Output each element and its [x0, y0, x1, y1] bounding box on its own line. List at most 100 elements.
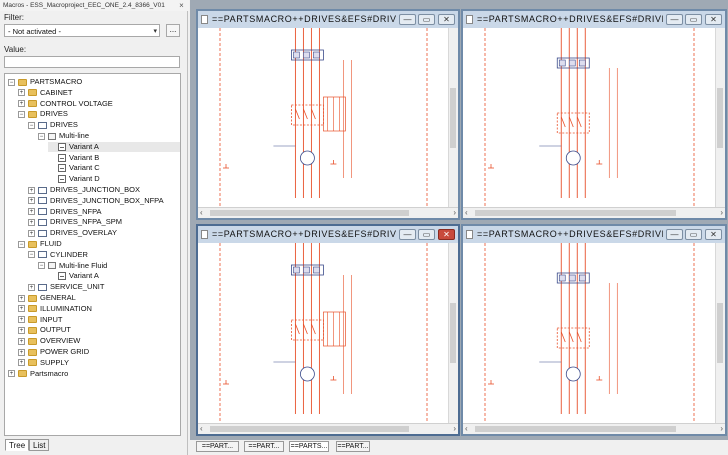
scroll-thumb[interactable]: [210, 426, 409, 432]
doc-tab-4[interactable]: ==PART...: [336, 441, 370, 452]
tree-item[interactable]: + CABINET: [18, 88, 180, 98]
collapse-icon[interactable]: −: [28, 251, 35, 259]
restore-button[interactable]: ▭: [685, 14, 702, 25]
schematic-window-2[interactable]: ==PARTSMACRO++DRIVES&EFS#DRIVES — ▭ ✕ ‹ ›: [461, 9, 727, 220]
expand-icon[interactable]: +: [18, 348, 25, 356]
schematic-window-1[interactable]: ==PARTSMACRO++DRIVES&EFS#DRIVES — ▭ ✕ ‹ ›: [196, 9, 460, 220]
tree-item[interactable]: − Multi-line: [38, 131, 180, 141]
tree-item[interactable]: − Multi-line Fluid: [38, 261, 180, 271]
scroll-thumb[interactable]: [717, 303, 723, 363]
tree-item[interactable]: Variant A: [48, 271, 180, 281]
tree-item[interactable]: Variant A: [48, 141, 180, 152]
tree-item[interactable]: + ILLUMINATION: [18, 304, 180, 314]
scroll-left-icon[interactable]: ‹: [200, 208, 203, 218]
collapse-icon[interactable]: −: [18, 240, 25, 248]
tree-item[interactable]: − FLUID: [18, 239, 180, 249]
expand-icon[interactable]: +: [18, 305, 25, 313]
schematic-window-4[interactable]: ==PARTSMACRO++DRIVES&EFS#DRIVES — ▭ ✕ ‹ ›: [461, 224, 727, 436]
tree-item[interactable]: + DRIVES_JUNCTION_BOX_NFPA: [28, 196, 180, 206]
expand-icon[interactable]: +: [28, 283, 35, 291]
tree-item[interactable]: + SUPPLY: [18, 358, 180, 368]
collapse-icon[interactable]: −: [8, 78, 15, 86]
schematic-canvas[interactable]: [198, 243, 449, 424]
tree-item[interactable]: − CYLINDER: [28, 250, 180, 260]
schematic-canvas[interactable]: [463, 28, 716, 208]
tree-item[interactable]: Variant D: [48, 174, 180, 184]
doc-tab-3[interactable]: ==PARTS...: [289, 441, 329, 452]
close-button[interactable]: ✕: [438, 229, 455, 240]
tree-item[interactable]: + DRIVES_OVERLAY: [28, 228, 180, 238]
filter-select[interactable]: - Not activated - ▾: [4, 24, 160, 37]
tree-item[interactable]: + GENERAL: [18, 293, 180, 303]
expand-icon[interactable]: +: [28, 197, 35, 205]
scroll-thumb[interactable]: [475, 426, 676, 432]
tree-item[interactable]: + DRIVES_NFPA_SPM: [28, 217, 180, 227]
minimize-button[interactable]: —: [399, 14, 416, 25]
window-title-bar[interactable]: ==PARTSMACRO++DRIVES&EFS#DRIVES — ▭ ✕: [198, 226, 458, 244]
doc-tab-2[interactable]: ==PART...: [244, 441, 284, 452]
tree-item[interactable]: Variant C: [48, 163, 180, 173]
vertical-scrollbar[interactable]: [715, 243, 725, 424]
horizontal-scrollbar[interactable]: ‹ ›: [463, 207, 725, 218]
tree-item[interactable]: + OUTPUT: [18, 325, 180, 335]
collapse-icon[interactable]: −: [18, 110, 25, 118]
tree-item[interactable]: + OVERVIEW: [18, 336, 180, 346]
window-title-bar[interactable]: ==PARTSMACRO++DRIVES&EFS#DRIVES — ▭ ✕: [463, 226, 725, 244]
expand-icon[interactable]: +: [28, 208, 35, 216]
vertical-scrollbar[interactable]: [448, 28, 458, 208]
tree-item[interactable]: + POWER GRID: [18, 347, 180, 357]
filter-browse-button[interactable]: ...: [166, 24, 180, 37]
expand-icon[interactable]: +: [18, 294, 25, 302]
tree-item[interactable]: + CONTROL VOLTAGE: [18, 99, 180, 109]
close-icon[interactable]: ×: [177, 0, 186, 11]
tree-item[interactable]: − DRIVES: [28, 120, 180, 130]
minimize-button[interactable]: —: [666, 229, 683, 240]
minimize-button[interactable]: —: [399, 229, 416, 240]
schematic-window-3[interactable]: ==PARTSMACRO++DRIVES&EFS#DRIVES — ▭ ✕ ‹ ›: [196, 224, 460, 436]
close-button[interactable]: ✕: [705, 14, 722, 25]
expand-icon[interactable]: +: [28, 229, 35, 237]
macro-tree[interactable]: − PARTSMACRO + CABINET + CONTROL VOLTAGE − DRIV…: [4, 73, 181, 436]
expand-icon[interactable]: +: [8, 370, 15, 378]
expand-icon[interactable]: +: [18, 100, 25, 108]
expand-icon[interactable]: +: [18, 337, 25, 345]
tree-item[interactable]: + SERVICE_UNIT: [28, 282, 180, 292]
horizontal-scrollbar[interactable]: ‹ ›: [198, 207, 458, 218]
window-title-bar[interactable]: ==PARTSMACRO++DRIVES&EFS#DRIVES — ▭ ✕: [198, 11, 458, 29]
scroll-left-icon[interactable]: ‹: [465, 424, 468, 434]
tab-tree[interactable]: Tree: [5, 439, 29, 451]
scroll-right-icon[interactable]: ›: [720, 208, 723, 218]
tree-item[interactable]: + DRIVES_JUNCTION_BOX: [28, 185, 180, 195]
scroll-right-icon[interactable]: ›: [720, 424, 723, 434]
horizontal-scrollbar[interactable]: ‹ ›: [463, 423, 725, 434]
close-button[interactable]: ✕: [438, 14, 455, 25]
tree-item[interactable]: Variant B: [48, 153, 180, 163]
window-title-bar[interactable]: ==PARTSMACRO++DRIVES&EFS#DRIVES — ▭ ✕: [463, 11, 725, 29]
scroll-right-icon[interactable]: ›: [453, 424, 456, 434]
scroll-thumb[interactable]: [717, 88, 723, 148]
expand-icon[interactable]: +: [28, 186, 35, 194]
restore-button[interactable]: ▭: [418, 14, 435, 25]
value-input[interactable]: [4, 56, 180, 68]
schematic-canvas[interactable]: [463, 243, 716, 424]
scroll-left-icon[interactable]: ‹: [200, 424, 203, 434]
close-button[interactable]: ✕: [705, 229, 722, 240]
horizontal-scrollbar[interactable]: ‹ ›: [198, 423, 458, 434]
restore-button[interactable]: ▭: [418, 229, 435, 240]
expand-icon[interactable]: +: [18, 326, 25, 334]
expand-icon[interactable]: +: [28, 218, 35, 226]
expand-icon[interactable]: +: [18, 359, 25, 367]
restore-button[interactable]: ▭: [685, 229, 702, 240]
tree-item[interactable]: − PARTSMACRO: [8, 77, 180, 87]
tree-item[interactable]: + DRIVES_NFPA: [28, 207, 180, 217]
vertical-scrollbar[interactable]: [448, 243, 458, 424]
scroll-left-icon[interactable]: ‹: [465, 208, 468, 218]
tree-item[interactable]: − DRIVES: [18, 109, 180, 119]
minimize-button[interactable]: —: [666, 14, 683, 25]
scroll-thumb[interactable]: [210, 210, 409, 216]
tree-item[interactable]: + Partsmacro: [8, 369, 180, 379]
expand-icon[interactable]: +: [18, 316, 25, 324]
schematic-canvas[interactable]: [198, 28, 449, 208]
scroll-thumb[interactable]: [475, 210, 676, 216]
collapse-icon[interactable]: −: [38, 262, 45, 270]
